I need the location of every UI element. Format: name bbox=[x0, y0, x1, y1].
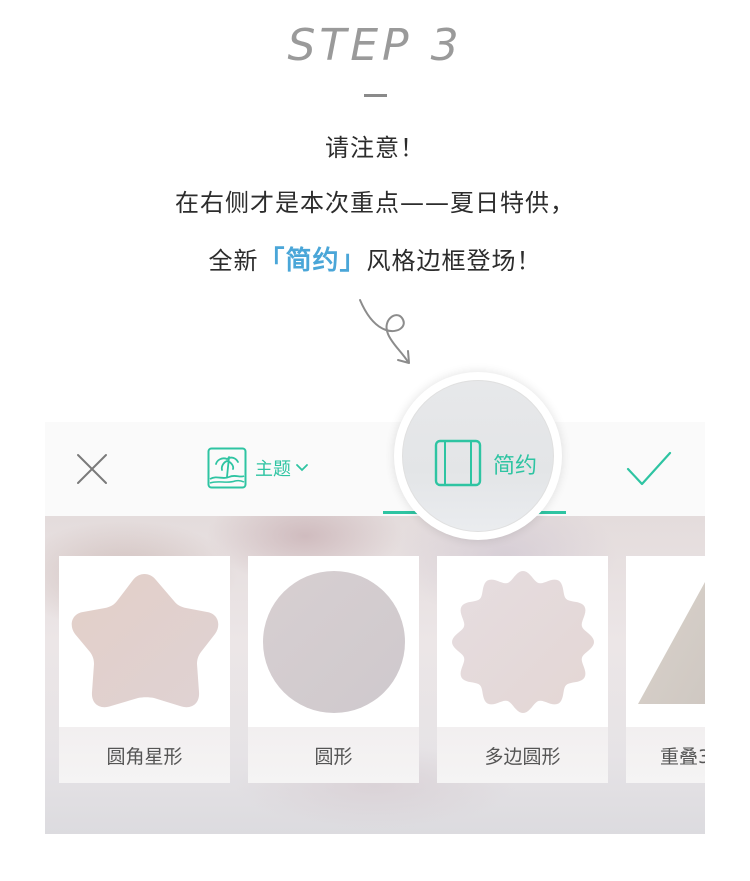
notice-line-3-suffix: 风格边框登场！ bbox=[366, 247, 542, 275]
step-divider bbox=[364, 94, 387, 97]
theme-label: 主题 bbox=[255, 459, 291, 480]
frame-editor-panel: 主题 圆角星形 圆形 多边圆形 重叠3 bbox=[45, 422, 705, 834]
toolbar: 主题 bbox=[45, 422, 705, 516]
chevron-down-icon bbox=[296, 464, 308, 472]
shape-label: 圆角星形 bbox=[106, 746, 183, 768]
confirm-check-icon[interactable] bbox=[625, 450, 673, 488]
shape-label: 重叠3 bbox=[660, 746, 705, 768]
swirl-arrow-icon bbox=[359, 299, 410, 364]
notice-line-2: 在右侧才是本次重点——夏日特供， bbox=[175, 189, 575, 217]
tab-simple[interactable]: 简约 bbox=[402, 380, 554, 532]
triangle-shape-icon bbox=[638, 582, 705, 704]
shape-card-scalloped-circle[interactable]: 多边圆形 bbox=[437, 556, 608, 783]
rounded-star-shape-icon bbox=[71, 574, 219, 708]
close-icon[interactable] bbox=[75, 452, 109, 486]
shape-card-circle[interactable]: 圆形 bbox=[248, 556, 419, 783]
shape-label: 多边圆形 bbox=[484, 746, 561, 768]
notice-line-3: 全新「简约」风格边框登场！ bbox=[0, 240, 750, 277]
theme-dropdown-button[interactable]: 主题 bbox=[207, 447, 309, 489]
shape-card-rounded-star[interactable]: 圆角星形 bbox=[59, 556, 230, 783]
theme-landscape-icon bbox=[207, 447, 247, 489]
tab-simple-label: 简约 bbox=[493, 454, 538, 479]
step-title: STEP 3 bbox=[287, 20, 463, 71]
notice-line-1: 请注意！ bbox=[325, 134, 425, 162]
shape-card-triangle[interactable]: 重叠3 bbox=[626, 556, 705, 783]
scalloped-circle-shape-icon bbox=[452, 571, 594, 713]
circle-shape-icon bbox=[263, 571, 405, 713]
active-tab-magnifier: 简约 bbox=[394, 372, 562, 540]
notice-line-3-prefix: 全新 bbox=[208, 247, 259, 275]
notice-highlight: 「简约」 bbox=[258, 246, 367, 276]
shape-label: 圆形 bbox=[314, 746, 353, 768]
simple-frame-icon bbox=[434, 439, 482, 487]
